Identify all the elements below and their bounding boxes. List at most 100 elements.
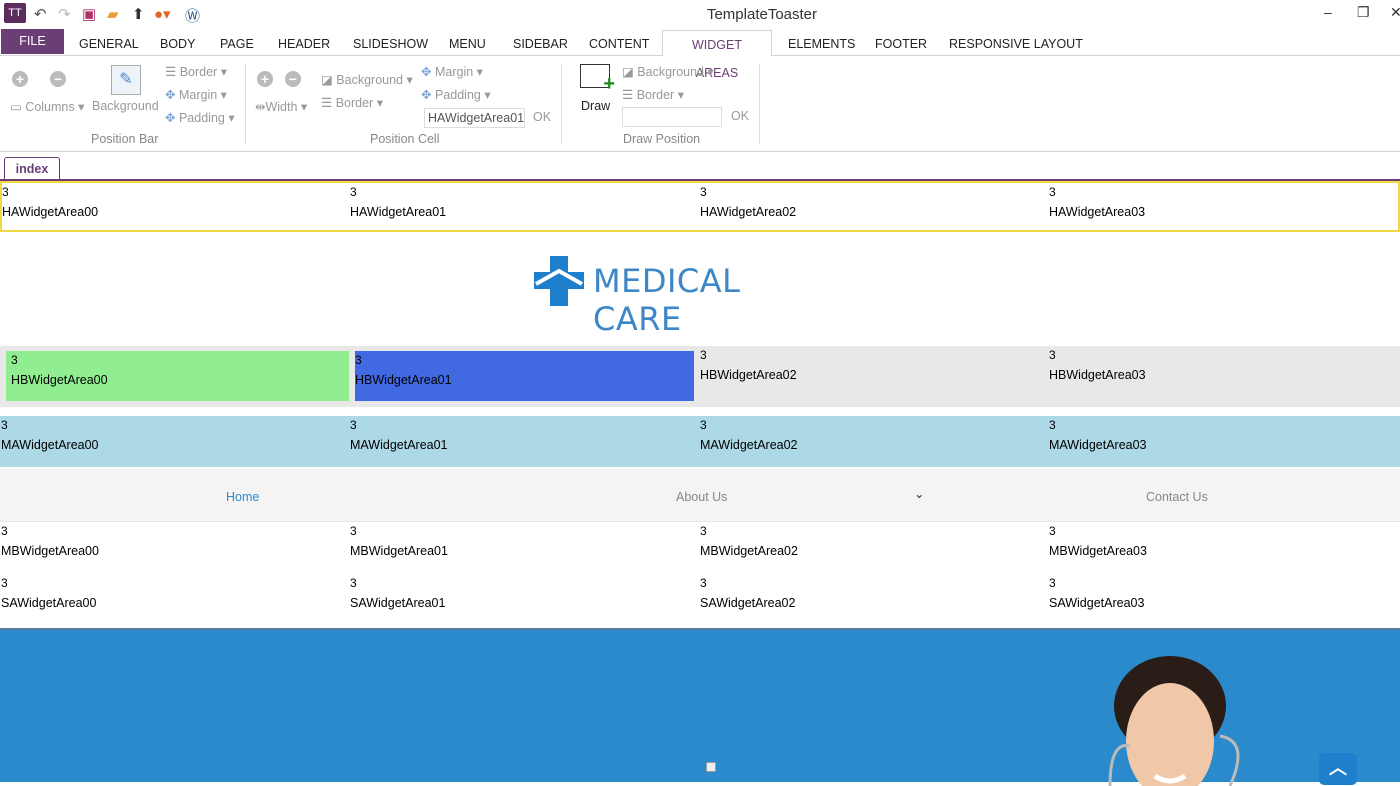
restore-button[interactable]: ❐ bbox=[1357, 4, 1370, 21]
widget-label: HBWidgetArea00 bbox=[11, 373, 108, 387]
cell-border-button[interactable]: ☰ Border ▾ bbox=[321, 95, 383, 110]
menu-item-contact-us[interactable]: Contact Us bbox=[1146, 490, 1208, 504]
cell-margin-button[interactable]: ✥ Margin ▾ bbox=[421, 64, 483, 79]
widget-area[interactable]: 3 HBWidgetArea00 bbox=[6, 351, 349, 401]
widget-area[interactable]: 3 MAWidgetArea00 bbox=[1, 416, 350, 467]
widget-label: HBWidgetArea01 bbox=[355, 373, 452, 387]
ha-widget-row: 3 HAWidgetArea00 3 HAWidgetArea01 3 HAWidge… bbox=[0, 181, 1400, 232]
widget-area[interactable]: 3 MBWidgetArea03 bbox=[1049, 522, 1398, 574]
cell-background-button[interactable]: ◪ Background ▾ bbox=[321, 72, 413, 87]
chevron-down-icon[interactable]: ⌄ bbox=[914, 486, 924, 501]
bar-margin-label: Margin bbox=[178, 88, 218, 102]
widget-count: 3 bbox=[350, 185, 357, 199]
widget-area[interactable]: 3 SAWidgetArea01 bbox=[350, 574, 699, 628]
widget-count: 3 bbox=[350, 576, 357, 590]
widget-label: MBWidgetArea01 bbox=[350, 544, 448, 558]
widget-label: SAWidgetArea03 bbox=[1049, 596, 1145, 610]
widget-area[interactable]: 3 HBWidgetArea03 bbox=[1049, 346, 1398, 407]
widget-count: 3 bbox=[11, 353, 18, 367]
widget-area[interactable]: 3 SAWidgetArea03 bbox=[1049, 574, 1398, 628]
widget-label: HAWidgetArea00 bbox=[2, 205, 99, 219]
tab-slideshow[interactable]: SLIDESHOW bbox=[345, 30, 436, 57]
cell-padding-button[interactable]: ✥ Padding ▾ bbox=[421, 87, 491, 102]
widget-area[interactable]: 3 HBWidgetArea01 bbox=[355, 351, 694, 401]
bar-border-button[interactable]: ☰ Border ▾ bbox=[165, 64, 227, 79]
tab-body[interactable]: BODY bbox=[152, 30, 203, 57]
widget-area[interactable]: 3 HAWidgetArea02 bbox=[700, 183, 1049, 230]
margin-icon: ✥ bbox=[165, 88, 176, 102]
widget-area[interactable]: 3 MBWidgetArea02 bbox=[700, 522, 1049, 574]
bar-margin-button[interactable]: ✥ Margin ▾ bbox=[165, 87, 227, 102]
draw-border-button[interactable]: ☰ Border ▾ bbox=[622, 87, 684, 102]
widget-area[interactable]: 3 MBWidgetArea01 bbox=[350, 522, 699, 574]
widget-area[interactable]: 3 MAWidgetArea01 bbox=[350, 416, 699, 467]
widget-label: MAWidgetArea03 bbox=[1049, 438, 1147, 452]
widget-area[interactable]: 3 HAWidgetArea03 bbox=[1049, 183, 1398, 230]
draw-button[interactable]: Draw bbox=[581, 99, 610, 113]
title-bar: TT ↶ ↷ ▣ ▰ ⬆ ●▾ Ⓦ TemplateToaster – ❐ ✕ bbox=[0, 0, 1400, 28]
widget-count: 3 bbox=[1, 524, 8, 538]
doctor-image bbox=[1108, 656, 1240, 786]
cell-name-input[interactable]: HAWidgetArea01 bbox=[424, 108, 525, 128]
widget-label: MBWidgetArea00 bbox=[1, 544, 99, 558]
menu-item-about-us[interactable]: About Us bbox=[676, 490, 727, 504]
widget-area[interactable]: 3 SAWidgetArea02 bbox=[700, 574, 1049, 628]
columns-button[interactable]: ▭ Columns ▾ bbox=[10, 99, 84, 114]
minimize-button[interactable]: – bbox=[1324, 4, 1332, 20]
widget-area[interactable]: 3 MAWidgetArea03 bbox=[1049, 416, 1398, 467]
widget-label: SAWidgetArea02 bbox=[700, 596, 796, 610]
tab-footer[interactable]: FOOTER bbox=[867, 30, 935, 57]
bar-padding-button[interactable]: ✥ Padding ▾ bbox=[165, 110, 235, 125]
widget-area[interactable]: 3 MBWidgetArea00 bbox=[1, 522, 350, 574]
hb-widget-row: 3 HBWidgetArea00 3 HBWidgetArea01 3 HBWidge… bbox=[0, 346, 1400, 407]
widget-label: HAWidgetArea01 bbox=[350, 205, 447, 219]
padding-icon: ✥ bbox=[421, 88, 432, 102]
draw-background-button[interactable]: ◪ Background ▾ bbox=[622, 64, 714, 79]
widget-label: MAWidgetArea01 bbox=[350, 438, 448, 452]
tab-sidebar[interactable]: SIDEBAR bbox=[505, 30, 576, 57]
add-column-icon[interactable]: + bbox=[12, 71, 28, 87]
ribbon-tabs: FILE GENERAL BODY PAGE HEADER SLIDESHOW … bbox=[0, 28, 1400, 80]
add-cell-icon[interactable]: + bbox=[257, 71, 273, 87]
widget-count: 3 bbox=[350, 524, 357, 538]
tab-header[interactable]: HEADER bbox=[270, 30, 338, 57]
draw-icon[interactable]: + bbox=[580, 64, 615, 95]
main-menu: Home About Us ⌄ Contact Us bbox=[0, 469, 1400, 522]
tab-page[interactable]: PAGE bbox=[212, 30, 262, 57]
tab-general[interactable]: GENERAL bbox=[71, 30, 147, 57]
mb-widget-row: 3 MBWidgetArea00 3 MBWidgetArea01 3 MBWidge… bbox=[0, 522, 1400, 574]
document-tab-index[interactable]: index bbox=[4, 157, 60, 180]
paintbrush-icon[interactable]: ✎ bbox=[111, 65, 141, 95]
remove-column-icon[interactable]: − bbox=[50, 71, 66, 87]
ma-widget-row: 3 MAWidgetArea00 3 MAWidgetArea01 3 MAWidge… bbox=[0, 416, 1400, 467]
widget-label: MAWidgetArea00 bbox=[1, 438, 99, 452]
draw-name-input[interactable] bbox=[622, 107, 722, 127]
cell-ok-button[interactable]: OK bbox=[533, 110, 551, 124]
draw-ok-button[interactable]: OK bbox=[731, 109, 749, 123]
bar-background-button[interactable]: Background bbox=[92, 99, 159, 113]
scroll-to-top-button[interactable]: ︿ bbox=[1319, 753, 1357, 785]
widget-count: 3 bbox=[700, 418, 707, 432]
close-button[interactable]: ✕ bbox=[1390, 4, 1400, 21]
divider bbox=[245, 64, 246, 144]
remove-cell-icon[interactable]: − bbox=[285, 71, 301, 87]
tab-elements[interactable]: ELEMENTS bbox=[780, 30, 863, 57]
widget-area[interactable]: 3 HAWidgetArea01 bbox=[350, 183, 699, 230]
widget-area[interactable]: 3 MAWidgetArea02 bbox=[700, 416, 1049, 467]
slide-indicator[interactable] bbox=[706, 762, 716, 772]
site-logo[interactable]: MEDICAL CARE bbox=[534, 256, 824, 338]
widget-area[interactable]: 3 HAWidgetArea00 bbox=[2, 183, 351, 230]
tab-content[interactable]: CONTENT bbox=[581, 30, 657, 57]
tab-menu[interactable]: MENU bbox=[441, 30, 494, 57]
widget-label: MBWidgetArea03 bbox=[1049, 544, 1147, 558]
window-title: TemplateToaster bbox=[706, 6, 818, 23]
widget-area[interactable]: 3 SAWidgetArea00 bbox=[1, 574, 350, 628]
cell-width-label: Width bbox=[265, 100, 298, 114]
tab-file[interactable]: FILE bbox=[1, 29, 64, 54]
cell-width-button[interactable]: ⇹Width ▾ bbox=[255, 99, 307, 114]
tab-widget-areas[interactable]: WIDGET AREAS bbox=[662, 30, 772, 80]
tab-responsive-layout[interactable]: RESPONSIVE LAYOUT bbox=[941, 30, 1091, 57]
chevron-up-icon: ︿ bbox=[1329, 758, 1347, 778]
menu-item-home[interactable]: Home bbox=[226, 490, 259, 504]
widget-area[interactable]: 3 HBWidgetArea02 bbox=[700, 346, 1049, 407]
